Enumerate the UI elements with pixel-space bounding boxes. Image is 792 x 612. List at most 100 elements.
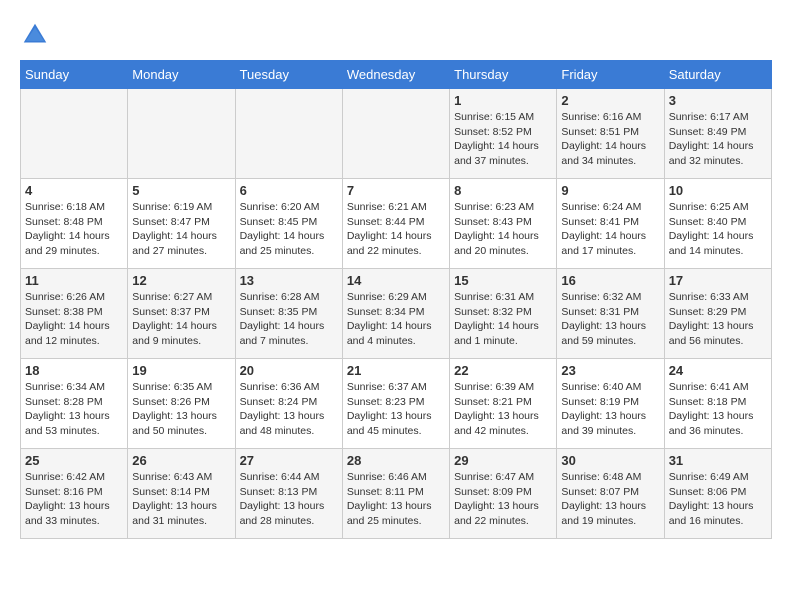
day-number: 15 xyxy=(454,273,552,288)
day-cell: 19Sunrise: 6:35 AMSunset: 8:26 PMDayligh… xyxy=(128,359,235,449)
day-number: 28 xyxy=(347,453,445,468)
logo xyxy=(20,20,56,50)
day-number: 1 xyxy=(454,93,552,108)
day-cell: 11 Sunrise: 6:26 AMSunset: 8:38 PMDayligh… xyxy=(21,269,128,359)
day-cell: 10Sunrise: 6:25 AMSunset: 8:40 PMDayligh… xyxy=(664,179,771,269)
logo-icon xyxy=(20,20,50,50)
day-info: Sunrise: 6:15 AMSunset: 8:52 PMDaylight:… xyxy=(454,110,552,169)
day-number: 4 xyxy=(25,183,123,198)
day-info: Sunrise: 6:46 AMSunset: 8:11 PMDaylight:… xyxy=(347,470,445,529)
day-cell: 9 Sunrise: 6:24 AMSunset: 8:41 PMDaylight… xyxy=(557,179,664,269)
header-cell-friday: Friday xyxy=(557,61,664,89)
header-cell-tuesday: Tuesday xyxy=(235,61,342,89)
day-info: Sunrise: 6:21 AMSunset: 8:44 PMDaylight:… xyxy=(347,200,445,259)
day-number: 6 xyxy=(240,183,338,198)
week-row-3: 11 Sunrise: 6:26 AMSunset: 8:38 PMDayligh… xyxy=(21,269,772,359)
day-info: Sunrise: 6:31 AMSunset: 8:32 PMDaylight:… xyxy=(454,290,552,349)
day-number: 16 xyxy=(561,273,659,288)
day-number: 24 xyxy=(669,363,767,378)
day-cell: 8Sunrise: 6:23 AMSunset: 8:43 PMDaylight… xyxy=(450,179,557,269)
day-info: Sunrise: 6:49 AMSunset: 8:06 PMDaylight:… xyxy=(669,470,767,529)
day-info: Sunrise: 6:42 AMSunset: 8:16 PMDaylight:… xyxy=(25,470,123,529)
day-info: Sunrise: 6:35 AMSunset: 8:26 PMDaylight:… xyxy=(132,380,230,439)
day-info: Sunrise: 6:18 AMSunset: 8:48 PMDaylight:… xyxy=(25,200,123,259)
day-number: 12 xyxy=(132,273,230,288)
day-number: 21 xyxy=(347,363,445,378)
day-cell: 24 Sunrise: 6:41 AMSunset: 8:18 PMDayligh… xyxy=(664,359,771,449)
day-cell: 17Sunrise: 6:33 AMSunset: 8:29 PMDayligh… xyxy=(664,269,771,359)
day-cell: 5 Sunrise: 6:19 AMSunset: 8:47 PMDaylight… xyxy=(128,179,235,269)
week-row-4: 18 Sunrise: 6:34 AMSunset: 8:28 PMDayligh… xyxy=(21,359,772,449)
day-number: 22 xyxy=(454,363,552,378)
day-info: Sunrise: 6:24 AMSunset: 8:41 PMDaylight:… xyxy=(561,200,659,259)
day-cell: 4 Sunrise: 6:18 AMSunset: 8:48 PMDaylight… xyxy=(21,179,128,269)
day-cell: 15 Sunrise: 6:31 AMSunset: 8:32 PMDayligh… xyxy=(450,269,557,359)
day-info: Sunrise: 6:34 AMSunset: 8:28 PMDaylight:… xyxy=(25,380,123,439)
day-info: Sunrise: 6:48 AMSunset: 8:07 PMDaylight:… xyxy=(561,470,659,529)
day-info: Sunrise: 6:28 AMSunset: 8:35 PMDaylight:… xyxy=(240,290,338,349)
day-cell: 30 Sunrise: 6:48 AMSunset: 8:07 PMDayligh… xyxy=(557,449,664,539)
day-cell: 29Sunrise: 6:47 AMSunset: 8:09 PMDayligh… xyxy=(450,449,557,539)
day-info: Sunrise: 6:39 AMSunset: 8:21 PMDaylight:… xyxy=(454,380,552,439)
day-cell: 26 Sunrise: 6:43 AMSunset: 8:14 PMDayligh… xyxy=(128,449,235,539)
day-number: 11 xyxy=(25,273,123,288)
day-cell: 18 Sunrise: 6:34 AMSunset: 8:28 PMDayligh… xyxy=(21,359,128,449)
day-info: Sunrise: 6:25 AMSunset: 8:40 PMDaylight:… xyxy=(669,200,767,259)
day-cell: 2Sunrise: 6:16 AMSunset: 8:51 PMDaylight… xyxy=(557,89,664,179)
day-info: Sunrise: 6:43 AMSunset: 8:14 PMDaylight:… xyxy=(132,470,230,529)
day-info: Sunrise: 6:19 AMSunset: 8:47 PMDaylight:… xyxy=(132,200,230,259)
day-number: 27 xyxy=(240,453,338,468)
day-cell xyxy=(235,89,342,179)
day-cell: 31 Sunrise: 6:49 AMSunset: 8:06 PMDayligh… xyxy=(664,449,771,539)
day-cell xyxy=(128,89,235,179)
day-info: Sunrise: 6:36 AMSunset: 8:24 PMDaylight:… xyxy=(240,380,338,439)
day-number: 8 xyxy=(454,183,552,198)
day-info: Sunrise: 6:44 AMSunset: 8:13 PMDaylight:… xyxy=(240,470,338,529)
day-number: 7 xyxy=(347,183,445,198)
day-number: 18 xyxy=(25,363,123,378)
week-row-5: 25 Sunrise: 6:42 AMSunset: 8:16 PMDayligh… xyxy=(21,449,772,539)
day-info: Sunrise: 6:41 AMSunset: 8:18 PMDaylight:… xyxy=(669,380,767,439)
calendar-table: SundayMondayTuesdayWednesdayThursdayFrid… xyxy=(20,60,772,539)
day-cell: 22 Sunrise: 6:39 AMSunset: 8:21 PMDayligh… xyxy=(450,359,557,449)
day-number: 25 xyxy=(25,453,123,468)
header-cell-thursday: Thursday xyxy=(450,61,557,89)
day-number: 17 xyxy=(669,273,767,288)
day-info: Sunrise: 6:29 AMSunset: 8:34 PMDaylight:… xyxy=(347,290,445,349)
header-cell-saturday: Saturday xyxy=(664,61,771,89)
day-cell: 20 Sunrise: 6:36 AMSunset: 8:24 PMDayligh… xyxy=(235,359,342,449)
day-number: 30 xyxy=(561,453,659,468)
day-info: Sunrise: 6:32 AMSunset: 8:31 PMDaylight:… xyxy=(561,290,659,349)
day-info: Sunrise: 6:37 AMSunset: 8:23 PMDaylight:… xyxy=(347,380,445,439)
day-number: 5 xyxy=(132,183,230,198)
day-cell: 21 Sunrise: 6:37 AMSunset: 8:23 PMDayligh… xyxy=(342,359,449,449)
day-cell: 3 Sunrise: 6:17 AMSunset: 8:49 PMDaylight… xyxy=(664,89,771,179)
day-cell: 13 Sunrise: 6:28 AMSunset: 8:35 PMDayligh… xyxy=(235,269,342,359)
day-cell: 27 Sunrise: 6:44 AMSunset: 8:13 PMDayligh… xyxy=(235,449,342,539)
day-number: 3 xyxy=(669,93,767,108)
day-number: 29 xyxy=(454,453,552,468)
day-info: Sunrise: 6:17 AMSunset: 8:49 PMDaylight:… xyxy=(669,110,767,169)
day-number: 14 xyxy=(347,273,445,288)
day-number: 26 xyxy=(132,453,230,468)
day-number: 13 xyxy=(240,273,338,288)
day-cell: 16 Sunrise: 6:32 AMSunset: 8:31 PMDayligh… xyxy=(557,269,664,359)
week-row-1: 1 Sunrise: 6:15 AMSunset: 8:52 PMDaylight… xyxy=(21,89,772,179)
week-row-2: 4 Sunrise: 6:18 AMSunset: 8:48 PMDaylight… xyxy=(21,179,772,269)
day-number: 31 xyxy=(669,453,767,468)
page-header xyxy=(20,20,772,50)
day-cell: 12Sunrise: 6:27 AMSunset: 8:37 PMDayligh… xyxy=(128,269,235,359)
header-cell-wednesday: Wednesday xyxy=(342,61,449,89)
day-number: 9 xyxy=(561,183,659,198)
day-info: Sunrise: 6:20 AMSunset: 8:45 PMDaylight:… xyxy=(240,200,338,259)
day-info: Sunrise: 6:26 AMSunset: 8:38 PMDaylight:… xyxy=(25,290,123,349)
header-row: SundayMondayTuesdayWednesdayThursdayFrid… xyxy=(21,61,772,89)
day-cell xyxy=(342,89,449,179)
day-number: 2 xyxy=(561,93,659,108)
day-cell: 14 Sunrise: 6:29 AMSunset: 8:34 PMDayligh… xyxy=(342,269,449,359)
day-cell: 25 Sunrise: 6:42 AMSunset: 8:16 PMDayligh… xyxy=(21,449,128,539)
day-number: 20 xyxy=(240,363,338,378)
day-cell: 23Sunrise: 6:40 AMSunset: 8:19 PMDayligh… xyxy=(557,359,664,449)
day-cell: 6 Sunrise: 6:20 AMSunset: 8:45 PMDaylight… xyxy=(235,179,342,269)
day-info: Sunrise: 6:40 AMSunset: 8:19 PMDaylight:… xyxy=(561,380,659,439)
